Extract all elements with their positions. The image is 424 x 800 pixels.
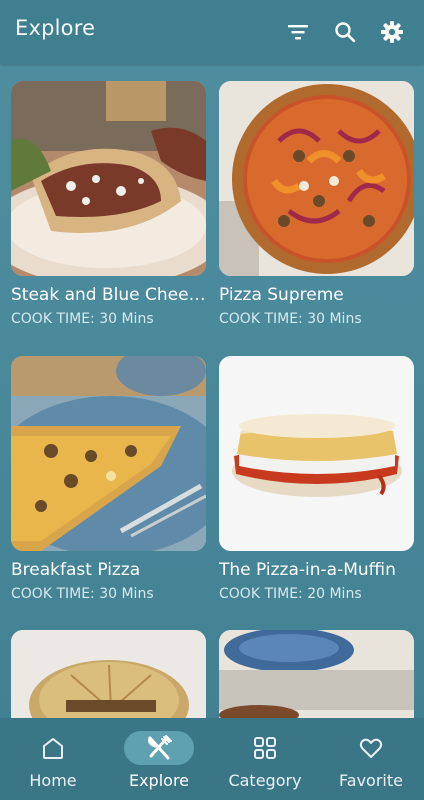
recipe-card[interactable] (11, 630, 206, 721)
bottom-navigation: Home Explore Category Favorite (0, 718, 424, 800)
nav-icon-wrap (230, 731, 300, 765)
recipe-name: The Pizza-in-a-Muffin (219, 560, 396, 580)
recipe-name: Breakfast Pizza (11, 560, 141, 580)
recipe-name: Steak and Blue Cheese Pitas (11, 285, 206, 305)
page-title: Explore (15, 16, 96, 40)
nav-label: Home (29, 771, 77, 790)
heart-icon (359, 738, 383, 758)
search-button[interactable] (329, 16, 361, 48)
recipe-cook-time: COOK TIME: 30 Mins (11, 311, 154, 327)
gear-icon (381, 21, 403, 43)
fork-knife-icon (148, 735, 172, 760)
search-icon (335, 22, 356, 43)
recipe-cook-time: COOK TIME: 30 Mins (219, 311, 362, 327)
recipe-name: Pizza Supreme (219, 285, 344, 305)
nav-label: Favorite (339, 771, 403, 790)
nav-label: Category (228, 771, 302, 790)
nav-label: Explore (128, 771, 190, 790)
recipe-image (11, 630, 206, 721)
nav-item-explore[interactable]: Explore (106, 718, 212, 800)
recipe-grid: Steak and Blue Cheese Pitas COOK TIME: 3… (11, 81, 415, 721)
recipe-image (219, 356, 414, 551)
recipe-image (11, 81, 206, 276)
recipe-cook-time: COOK TIME: 30 Mins (11, 586, 154, 602)
nav-item-category[interactable]: Category (212, 718, 318, 800)
nav-item-home[interactable]: Home (0, 718, 106, 800)
nav-icon-wrap (18, 731, 88, 765)
recipe-card[interactable]: The Pizza-in-a-Muffin COOK TIME: 20 Mins (219, 356, 414, 602)
recipe-card[interactable]: Breakfast Pizza COOK TIME: 30 Mins (11, 356, 206, 602)
settings-button[interactable] (376, 16, 408, 48)
recipe-image (11, 356, 206, 551)
recipe-card[interactable]: Pizza Supreme COOK TIME: 30 Mins (219, 81, 414, 327)
grid-icon (254, 737, 276, 759)
recipe-image (219, 630, 414, 721)
nav-item-favorite[interactable]: Favorite (318, 718, 424, 800)
nav-icon-wrap (124, 731, 194, 765)
filter-button[interactable] (282, 16, 314, 48)
filter-icon (288, 25, 308, 40)
nav-icon-wrap (336, 731, 406, 765)
recipe-image (219, 81, 414, 276)
recipe-cook-time: COOK TIME: 20 Mins (219, 586, 362, 602)
recipe-card[interactable] (219, 630, 414, 721)
home-icon (43, 738, 63, 759)
recipe-card[interactable]: Steak and Blue Cheese Pitas COOK TIME: 3… (11, 81, 206, 327)
app-bar: Explore (0, 0, 424, 64)
